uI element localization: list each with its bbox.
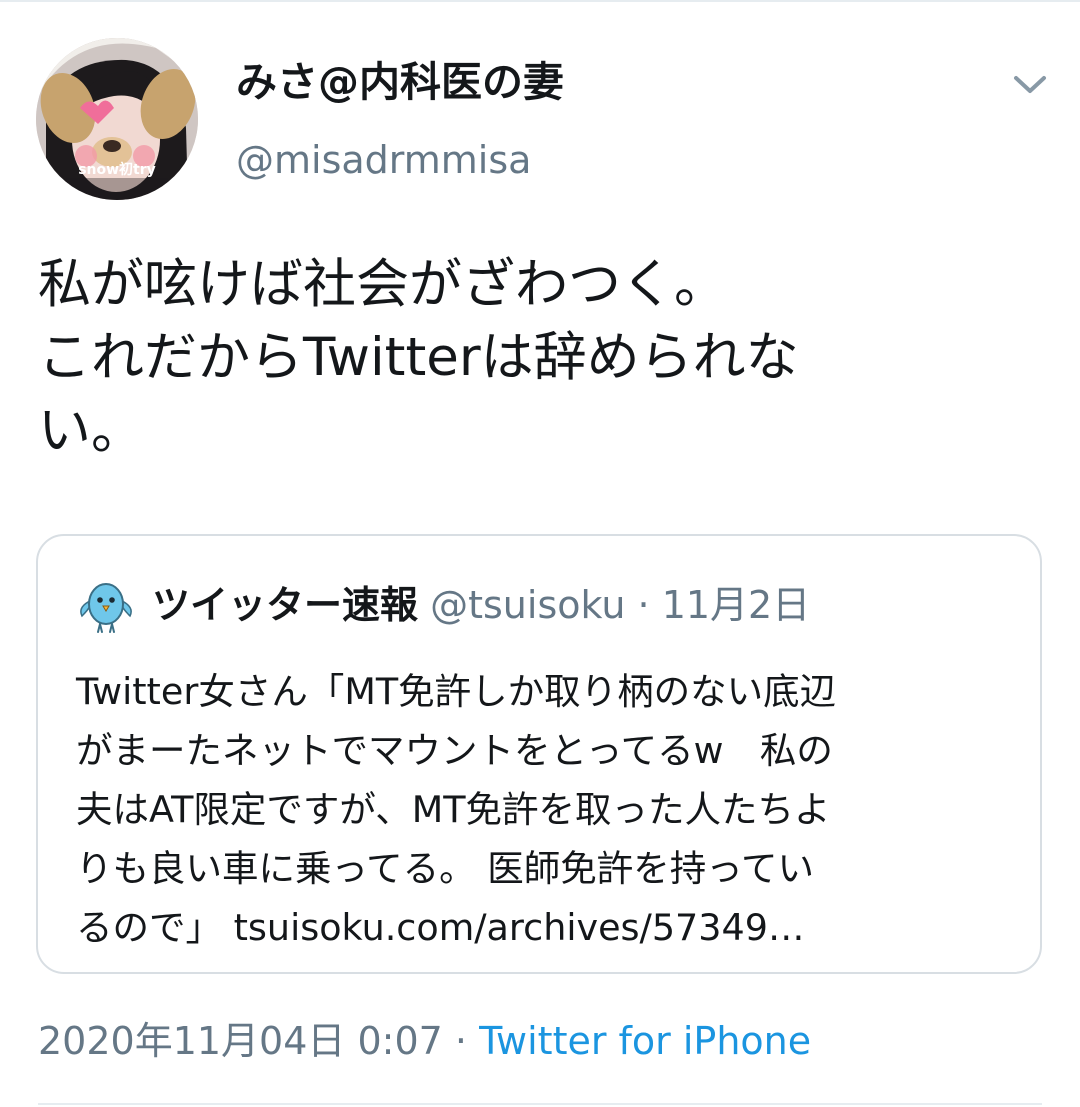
tweet-text: 私が呟けば社会がざわつく。 これだからTwitterは辞められな い。 bbox=[38, 248, 1038, 467]
tweet-text-line: これだからTwitterは辞められな bbox=[38, 327, 799, 388]
bird-mascot-icon bbox=[80, 583, 132, 633]
quote-text-line: Twitter女さん「MT免許しか取り柄のない底辺 bbox=[76, 670, 837, 713]
tweet-source-link[interactable]: Twitter for iPhone bbox=[479, 1019, 811, 1063]
user-handle[interactable]: @misadrmmisa bbox=[236, 135, 531, 185]
quote-text: Twitter女さん「MT免許しか取り柄のない底辺 がまーたネットでマウントをと… bbox=[76, 662, 1016, 957]
tweet-text-line: 私が呟けば社会がざわつく。 bbox=[38, 254, 727, 315]
tweet-text-line: い。 bbox=[38, 400, 144, 461]
quote-date[interactable]: 11月2日 bbox=[662, 583, 811, 627]
tweet-timestamp[interactable]: 2020年11月04日 0:07 bbox=[38, 1019, 443, 1063]
quote-separator: · bbox=[637, 583, 650, 627]
quote-text-line: りも良い車に乗ってる。 医師免許を持ってい bbox=[76, 847, 814, 890]
bottom-divider bbox=[38, 1103, 1042, 1105]
quote-text-line: るので」 tsuisoku.com/archives/57349… bbox=[76, 906, 805, 949]
tweet-menu-button[interactable] bbox=[1008, 64, 1052, 104]
user-avatar-photo: snow初try bbox=[36, 38, 198, 200]
quoted-tweet-card[interactable]: ツイッター速報 @tsuisoku · 11月2日 Twitter女さん「MT免… bbox=[36, 534, 1042, 974]
user-avatar[interactable]: snow初try bbox=[36, 38, 198, 200]
quote-text-line: 夫はAT限定ですが、MT免許を取った人たちよ bbox=[76, 788, 831, 831]
quote-header: ツイッター速報 @tsuisoku · 11月2日 bbox=[152, 580, 810, 630]
top-divider bbox=[0, 0, 1080, 2]
quote-text-line: がまーたネットでマウントをとってるw 私の bbox=[76, 729, 833, 772]
quote-handle[interactable]: @tsuisoku bbox=[430, 583, 625, 627]
quote-avatar[interactable] bbox=[76, 576, 136, 636]
avatar-caption: snow初try bbox=[78, 161, 156, 178]
tweet-footer: 2020年11月04日 0:07 · Twitter for iPhone bbox=[38, 1016, 811, 1066]
chevron-down-icon bbox=[1014, 76, 1046, 93]
quote-display-name[interactable]: ツイッター速報 bbox=[152, 583, 418, 627]
display-name[interactable]: みさ@内科医の妻 bbox=[236, 56, 564, 108]
footer-separator: · bbox=[454, 1019, 468, 1063]
